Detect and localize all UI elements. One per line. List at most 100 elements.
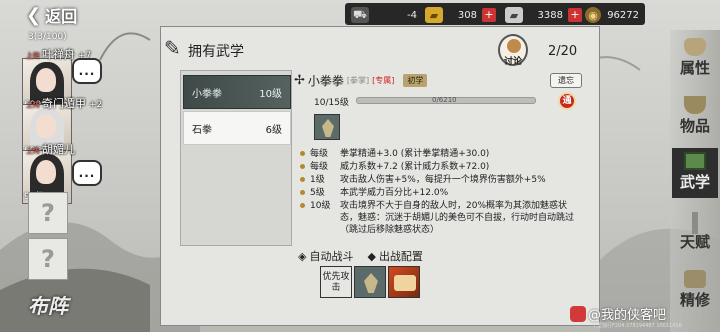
empty-party-slot[interactable]: ? <box>28 238 68 280</box>
right-nav: 属性 物品 武学 天赋 精修 <box>670 30 720 332</box>
back-button[interactable]: ❮ 返回 <box>26 3 92 27</box>
fighter-figure <box>322 119 334 137</box>
bullet-icon <box>300 190 305 195</box>
watermark-small: 千里独行F204:278194487 10011416 <box>592 323 682 329</box>
cart-icon: ⛟ <box>351 7 369 23</box>
nav-tab-talent[interactable]: 天赋 <box>672 208 718 258</box>
resource-cart-value: -4 <box>407 9 417 21</box>
member-name: 奇门遁甲 <box>42 97 86 110</box>
face <box>36 114 56 138</box>
watermark-text: @我的侠客吧 <box>588 308 667 323</box>
effect-row: 5级 本武学威力百分比+12.0% <box>300 187 580 199</box>
formation-button[interactable]: 布阵 <box>28 290 98 326</box>
pot-icon <box>684 38 706 56</box>
member-name: 胡媚儿 <box>42 143 75 156</box>
skill-name: 小拳拳 <box>307 74 344 88</box>
auto-battle-label: 自动战斗 <box>309 250 354 263</box>
resource-gold-value: 308 <box>457 9 477 21</box>
chat-bubble-button[interactable]: ... <box>72 58 102 84</box>
nav-tab-items[interactable]: 物品 <box>672 92 718 142</box>
resource-silver[interactable]: ▰ 3388 + <box>505 6 582 24</box>
auto-battle-toggle[interactable]: ◈ 自动战斗 <box>298 248 353 264</box>
skill-item-level: 10级 <box>259 88 282 100</box>
nav-tab-martial-arts[interactable]: 武学 <box>672 148 718 198</box>
skill-item-level: 6级 <box>265 124 282 136</box>
bullet-icon <box>300 164 305 169</box>
chat-bubble-button[interactable]: ... <box>72 160 102 186</box>
face <box>36 160 56 184</box>
watermark: @我的侠客吧 千里独行F204:278194487 10011416 <box>570 302 720 332</box>
effect-row: 每级 拳掌精通+3.0 (累计拳掌精通+30.0) <box>300 148 580 160</box>
coin-icon: ◉ <box>585 7 601 23</box>
skill-type: [拳掌] <box>346 76 370 85</box>
skill-grade-badge: 初学 <box>403 74 428 87</box>
face <box>36 68 56 92</box>
deployed-tag: 上阵 <box>26 52 40 60</box>
member-name-row: 上阵 胡媚儿 <box>26 141 75 157</box>
effect-text: 攻击敌人伤害+5%，每提升一个境界伤害额外+5% <box>340 175 546 185</box>
skill-list-item[interactable]: 石拳 6级 <box>183 111 291 145</box>
bullet-icon <box>300 177 305 182</box>
panel-title: 拥有武学 <box>188 44 244 60</box>
nav-tab-label: 属性 <box>679 59 710 77</box>
nav-tab-label: 武学 <box>679 173 710 191</box>
member-name: 叶禅舟 <box>42 48 75 61</box>
skill-list-item[interactable]: 小拳拳 10级 <box>183 75 291 109</box>
effect-text: 威力系数+7.2 (累计威力系数+72.0) <box>340 162 490 172</box>
skill-item-name: 小拳拳 <box>192 88 222 100</box>
member-bonus: +2 <box>89 100 103 110</box>
empty-party-slot[interactable]: ? <box>28 192 68 234</box>
bullet-icon <box>300 151 305 156</box>
mascot-icon <box>507 39 521 53</box>
tieba-logo-icon <box>570 306 586 322</box>
priority-attack-slot[interactable]: 优先攻击 <box>320 266 352 298</box>
fire-skill-icon <box>394 275 416 291</box>
effect-row: 1级 攻击敌人伤害+5%，每提升一个境界伤害额外+5% <box>300 174 580 186</box>
shuriken-icon: ✢ <box>294 73 305 88</box>
exp-text: 0/6210 <box>432 96 457 104</box>
effect-level: 每级 <box>310 162 329 172</box>
skill-exclusive: [专属] <box>372 76 395 85</box>
battle-options: ◈ 自动战斗 ◆ 出战配置 <box>298 248 423 264</box>
effect-row: 每级 威力系数+7.2 (累计威力系数+72.0) <box>300 161 580 173</box>
cup-icon <box>684 96 706 114</box>
discuss-button[interactable]: 讨论 <box>498 34 528 67</box>
auto-battle-icon: ◈ <box>298 249 307 263</box>
resource-coin-value: 96272 <box>607 9 639 21</box>
effect-text: 拳掌精通+3.0 (累计拳掌精通+30.0) <box>340 149 490 159</box>
ink-brush-icon: ✎ <box>164 36 181 60</box>
deployed-tag: 上阵 <box>26 147 40 155</box>
back-label: 返回 <box>45 7 78 26</box>
battle-skill-slot[interactable] <box>388 266 420 298</box>
effect-level: 每级 <box>310 149 329 159</box>
skill-level-text: 10/15级 <box>314 98 349 108</box>
battle-config-icon: ◆ <box>367 249 376 263</box>
resource-coin[interactable]: ◉ 96272 <box>585 6 639 24</box>
upgrade-button[interactable]: 通 <box>558 92 576 110</box>
back-arrow-icon: ❮ <box>26 4 42 26</box>
discuss-label: 讨论 <box>503 57 522 67</box>
effect-text: 攻击境界不大于自身的敌人时，20%概率为其添加魅惑状态，魅惑：沉迷于胡媚儿的美色… <box>340 201 575 235</box>
effect-text: 本武学威力百分比+12.0% <box>340 188 449 198</box>
member-name-row: 上阵 奇门遁甲 +2 <box>26 95 102 111</box>
scroll-icon <box>684 270 706 288</box>
blade-icon <box>692 212 698 234</box>
gold-ingot-icon: ▰ <box>425 7 443 23</box>
silver-ingot-icon: ▰ <box>505 7 523 23</box>
nav-tab-attributes[interactable]: 属性 <box>672 34 718 84</box>
add-gold-button[interactable]: + <box>482 8 496 22</box>
effect-level: 5级 <box>310 188 325 198</box>
party-count: 3(3/100) <box>28 32 67 42</box>
resource-silver-value: 3388 <box>537 9 563 21</box>
battle-skill-slot[interactable] <box>354 266 386 298</box>
battle-slots: 优先攻击 <box>320 266 420 298</box>
fighter-figure <box>364 273 378 293</box>
resource-cart[interactable]: ⛟ -4 <box>351 6 417 24</box>
skill-name-row: ✢ 小拳拳 [拳掌] [专属] 初学 <box>294 72 428 89</box>
battle-config-button[interactable]: ◆ 出战配置 <box>367 248 422 264</box>
nav-tab-label: 天赋 <box>679 233 710 251</box>
resource-gold[interactable]: ▰ 308 + <box>425 6 496 24</box>
forget-button[interactable]: 遗忘 <box>550 73 582 88</box>
skill-icon <box>314 114 340 140</box>
add-silver-button[interactable]: + <box>568 8 582 22</box>
